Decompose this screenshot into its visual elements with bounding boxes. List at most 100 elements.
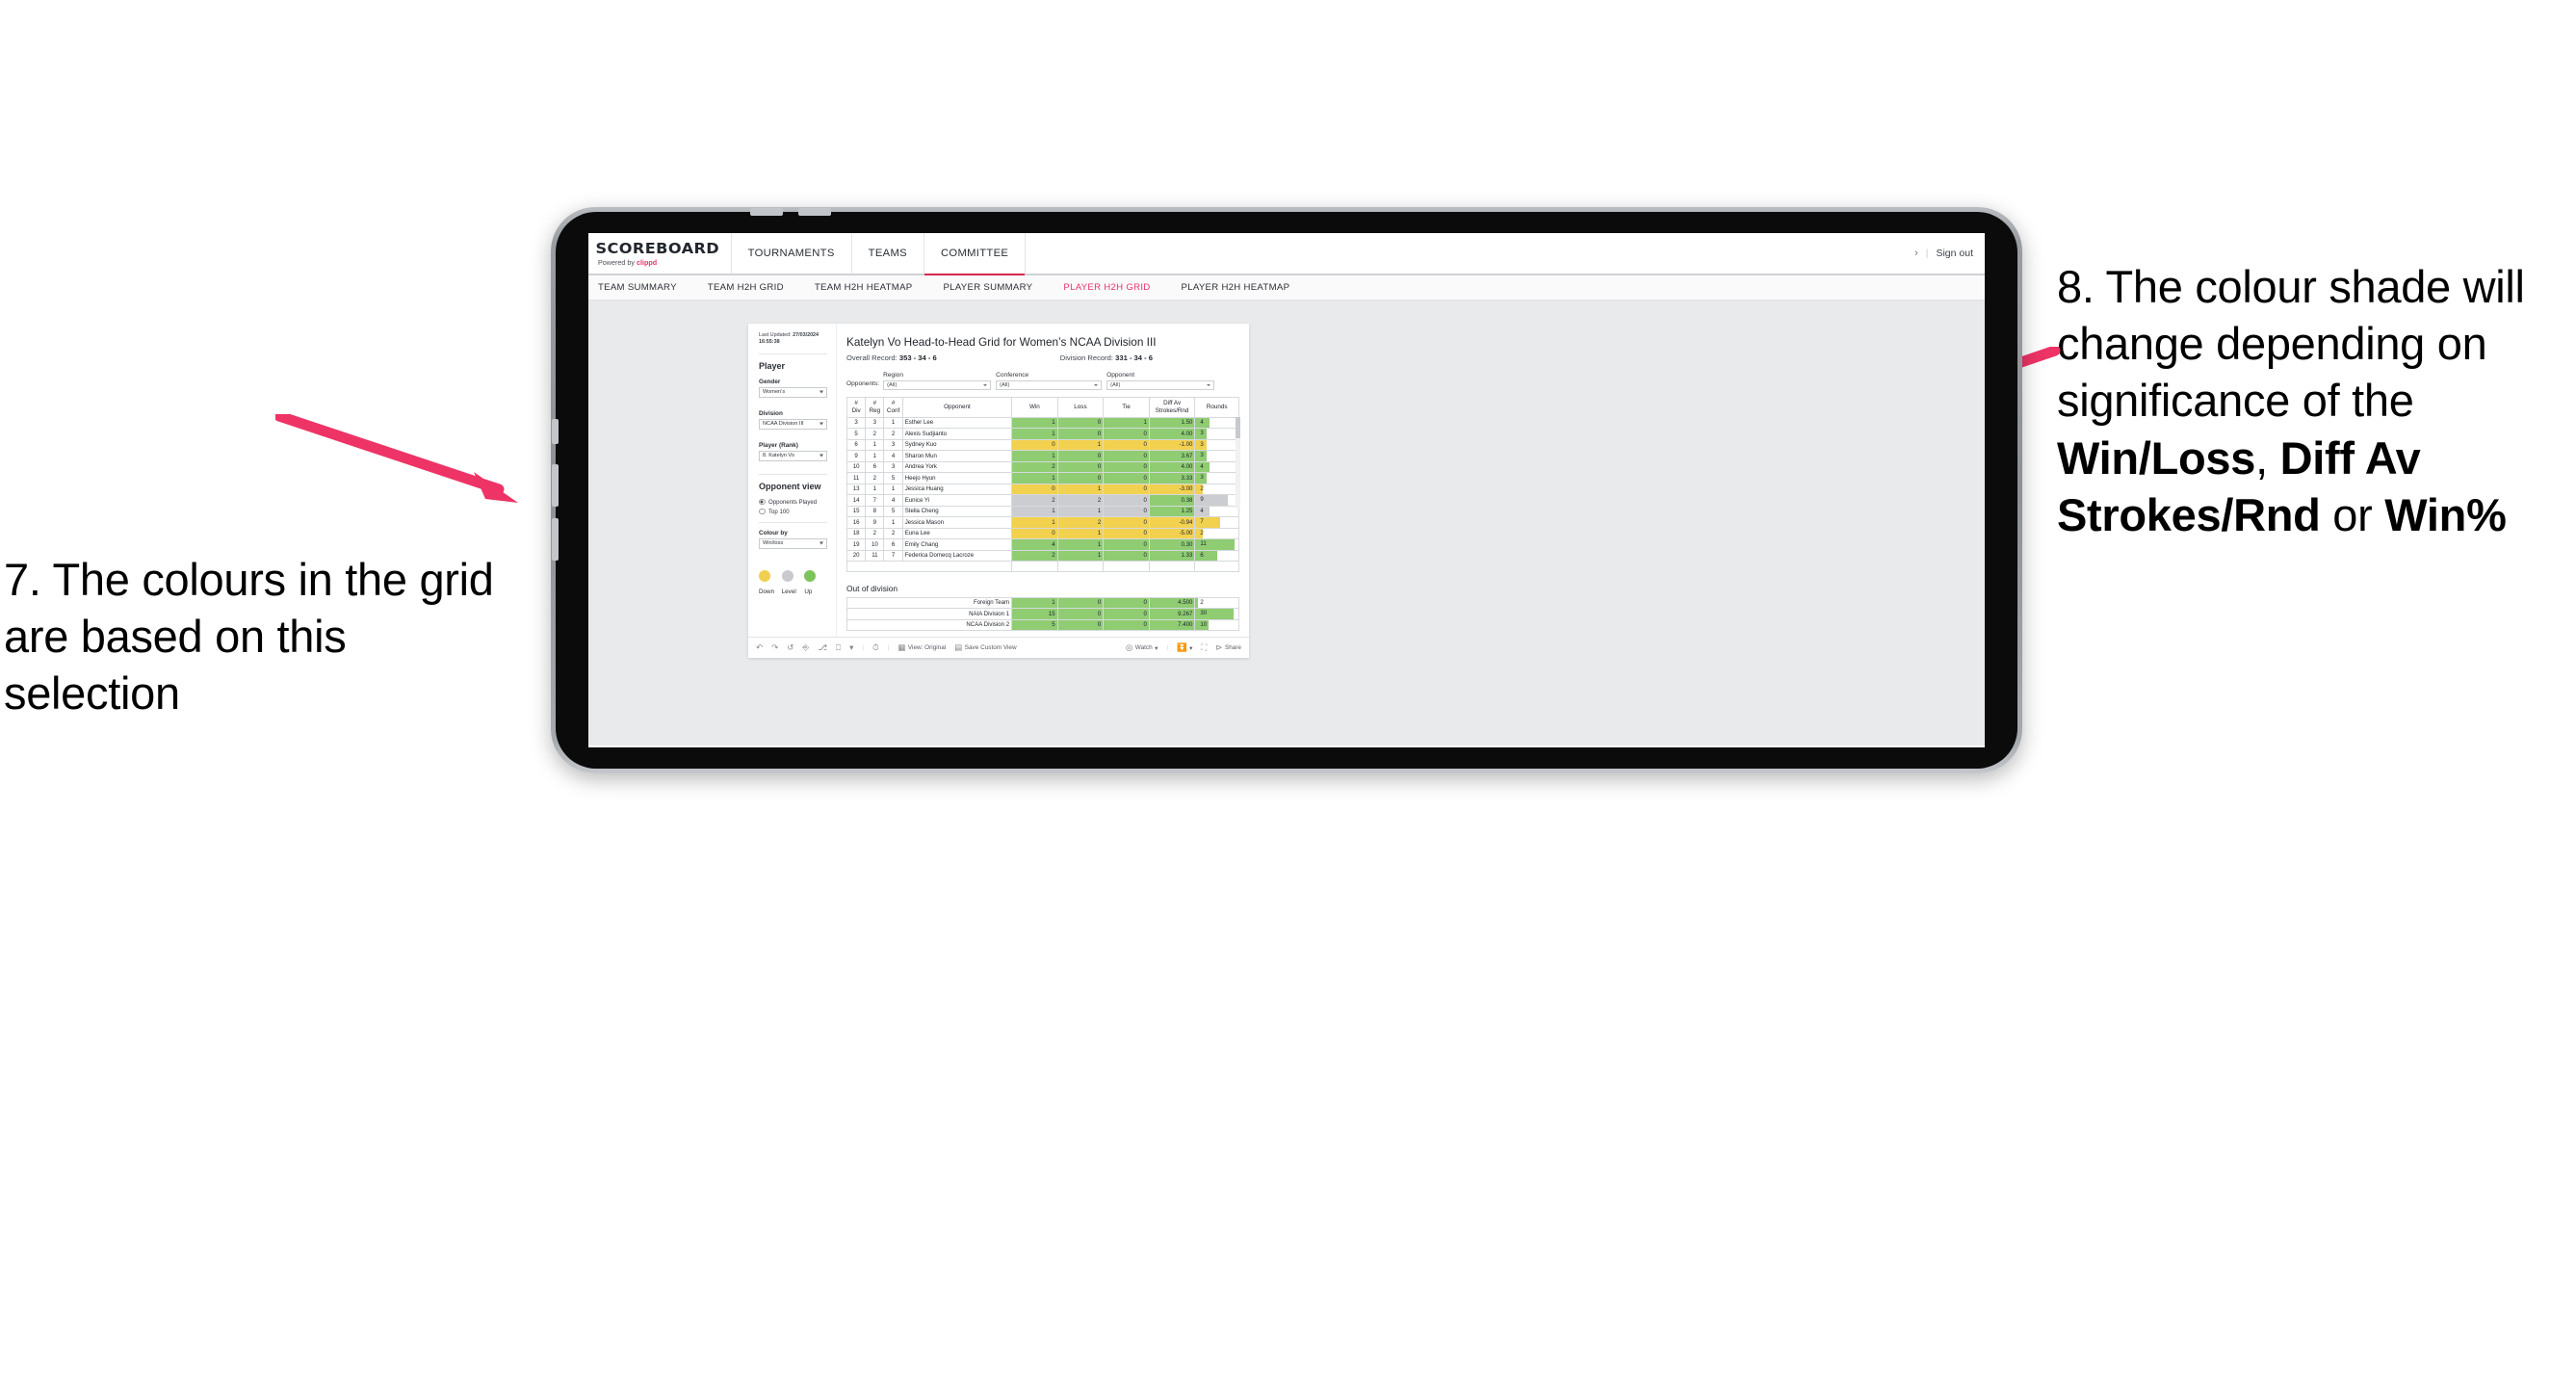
- subnav-item-team-summary[interactable]: TEAM SUMMARY: [598, 282, 693, 293]
- division-select[interactable]: NCAA Division III: [759, 418, 827, 430]
- table-row[interactable]: 10 6 3 Andrea York 2 0 0 4.00 4: [846, 460, 1239, 473]
- out-of-division-row[interactable]: NAIA Division 1 15 0 0 9.267 30: [846, 608, 1239, 620]
- colour-legend: Down Level Up: [759, 569, 827, 595]
- col-diff-av-strokes[interactable]: Diff Av Strokes/Rnd: [1148, 396, 1196, 418]
- clock-icon[interactable]: ⏱: [872, 643, 879, 652]
- save-custom-view-label: Save Custom View: [964, 644, 1017, 651]
- col-div[interactable]: # Div: [846, 396, 867, 418]
- view-original-button[interactable]: ▦ View: Original: [898, 643, 946, 652]
- legend-dot-down: [759, 569, 770, 582]
- radio-opponents-played[interactable]: Opponents Played: [759, 499, 827, 506]
- chevron-down-icon: [820, 541, 823, 545]
- sign-out-link[interactable]: Sign out: [1936, 248, 1973, 259]
- cell-ood-tie: 0: [1103, 618, 1150, 631]
- col-opponent[interactable]: Opponent: [901, 396, 1013, 418]
- gender-select[interactable]: Women’s: [759, 386, 827, 398]
- subnav-item-player-h2h-heatmap[interactable]: PLAYER H2H HEATMAP: [1182, 282, 1307, 293]
- region-select[interactable]: (All): [883, 379, 992, 390]
- col-tie[interactable]: Tie: [1103, 396, 1150, 418]
- chevron-down-icon: [820, 454, 823, 458]
- table-row[interactable]: 20 11 7 Federica Domecq Lacroze 2 1 0 1.33 6: [846, 549, 1239, 562]
- table-row[interactable]: 9 1 4 Sharon Mun 1 0 0 3.67 3: [846, 450, 1239, 462]
- table-row[interactable]: 3 3 1 Esther Lee 1 0 1 1.50 4: [846, 416, 1239, 429]
- cell-rounds: 7: [1194, 516, 1239, 529]
- col-loss[interactable]: Loss: [1056, 396, 1105, 418]
- chevron-right-icon[interactable]: ›: [1914, 248, 1918, 259]
- subnav-item-player-h2h-grid[interactable]: PLAYER H2H GRID: [1063, 282, 1166, 293]
- cell-ood-tie: 0: [1103, 596, 1150, 609]
- chevron-down-icon: [983, 383, 988, 386]
- cell-ood-loss: 0: [1056, 608, 1105, 620]
- revert-icon[interactable]: ↺: [787, 643, 794, 652]
- cell-tie: 0: [1103, 460, 1150, 473]
- chevron-down-icon[interactable]: ▾: [849, 643, 853, 652]
- undo-icon[interactable]: ↶: [756, 643, 763, 652]
- nav-item-teams[interactable]: TEAMS: [852, 233, 924, 274]
- table-row[interactable]: 13 1 1 Jessica Huang 0 1 0 -3.00 2: [846, 483, 1239, 495]
- conference-select[interactable]: (All): [996, 379, 1103, 390]
- col-rounds[interactable]: Rounds: [1194, 396, 1239, 418]
- subnav-item-team-h2h-grid[interactable]: TEAM H2H GRID: [708, 282, 800, 293]
- annotation-8-sep2: or: [2320, 488, 2385, 540]
- cell-tie: 0: [1103, 450, 1150, 462]
- download-icon: ⏬: [1177, 642, 1187, 653]
- cell-tie: 0: [1103, 549, 1150, 562]
- cell-reg: 6: [865, 460, 885, 473]
- out-of-division-row[interactable]: Foreign Team 1 0 0 4.500 2: [846, 596, 1239, 609]
- player-rank-select[interactable]: 8. Katelyn Vo: [759, 450, 827, 461]
- out-of-division-body: Foreign Team 1 0 0 4.500 2 NAIA Division 1 15 0 0…: [846, 596, 1239, 631]
- save-custom-view-button[interactable]: ▤ Save Custom View: [954, 643, 1016, 652]
- table-scrollbar-thumb[interactable]: [1236, 416, 1240, 438]
- table-scrollbar[interactable]: [1236, 416, 1240, 509]
- nav-item-tournaments[interactable]: TOURNAMENTS: [732, 233, 852, 274]
- download-button[interactable]: ⏬ ▾: [1177, 643, 1192, 652]
- table-row[interactable]: 14 7 4 Eunice Yi 2 2 0 0.38 9: [846, 494, 1239, 507]
- watch-button[interactable]: ◎ Watch ▾: [1126, 643, 1158, 652]
- cell-loss: 1: [1056, 538, 1105, 551]
- cell-ood-win: 15: [1011, 608, 1058, 620]
- viz-main: Katelyn Vo Head-to-Head Grid for Women’s…: [837, 324, 1249, 637]
- table-row[interactable]: 16 9 1 Jessica Mason 1 2 0 -0.94 7: [846, 516, 1239, 529]
- table-row[interactable]: 6 1 3 Sydney Kuo 0 1 0 -1.00 3: [846, 438, 1239, 451]
- col-conf[interactable]: # Conf: [883, 396, 903, 418]
- cell-tie: 0: [1103, 494, 1150, 507]
- cell-reg: 2: [865, 527, 885, 539]
- opponent-label: Opponent: [1106, 372, 1135, 379]
- cell-diff-av: -0.94: [1148, 516, 1196, 529]
- share-button[interactable]: ⊳ Share: [1215, 643, 1241, 652]
- subnav-item-player-summary[interactable]: PLAYER SUMMARY: [943, 282, 1049, 293]
- cell-win: 1: [1011, 516, 1058, 529]
- table-row[interactable]: 15 8 5 Stella Cheng 1 1 0 1.25 4: [846, 505, 1239, 517]
- overall-record-value: 353 - 34 - 6: [898, 353, 937, 362]
- table-row[interactable]: 18 2 2 Euna Lee 0 1 0 -5.00 2: [846, 527, 1239, 539]
- cell-diff-av: 1.33: [1148, 549, 1196, 562]
- app-logo[interactable]: SCOREBOARD Powered by clippd: [588, 233, 732, 274]
- table-row[interactable]: 19 10 6 Emily Chang 4 1 0 0.30 11: [846, 538, 1239, 551]
- redo-icon[interactable]: ↷: [771, 643, 778, 652]
- chevron-down-icon: ▾: [1189, 644, 1193, 652]
- cell-opponent: Emily Chang: [901, 538, 1013, 551]
- annotation-7: 7. The colours in the grid are based on …: [4, 554, 494, 719]
- highlight-icon[interactable]: ⎕: [836, 643, 841, 652]
- cell-diff-av: 4.00: [1148, 428, 1196, 440]
- cell-conf: 2: [883, 428, 903, 440]
- refresh-icon[interactable]: ⎆: [802, 643, 809, 652]
- table-row[interactable]: 5 2 2 Alexis Sudjianto 1 0 0 4.00 3: [846, 428, 1239, 440]
- pause-updates-icon[interactable]: ⎇: [818, 643, 827, 652]
- cell-conf: 4: [883, 494, 903, 507]
- opponent-select[interactable]: (All): [1106, 379, 1215, 390]
- col-reg[interactable]: # Reg: [865, 396, 885, 418]
- fullscreen-icon[interactable]: ⛶: [1201, 643, 1207, 652]
- nav-item-committee[interactable]: COMMITTEE: [924, 233, 1027, 275]
- col-win[interactable]: Win: [1011, 396, 1058, 418]
- cell-div: 11: [846, 472, 867, 484]
- viz-container: Last Updated: 27/03/2024 16:55:38 Player…: [748, 324, 1249, 658]
- radio-top-100[interactable]: Top 100: [759, 509, 827, 515]
- cell-win: 4: [1011, 538, 1058, 551]
- subnav-item-team-h2h-heatmap[interactable]: TEAM H2H HEATMAP: [815, 282, 929, 293]
- viz-title: Katelyn Vo Head-to-Head Grid for Women’s…: [846, 335, 1157, 349]
- out-of-division-row[interactable]: NCAA Division 2 5 0 0 7.400 10: [846, 618, 1239, 631]
- cell-reg: 8: [865, 505, 885, 517]
- colour-by-select[interactable]: Win/loss: [759, 537, 827, 549]
- table-row[interactable]: 11 2 5 Heejo Hyun 1 0 0 3.33 3: [846, 472, 1239, 484]
